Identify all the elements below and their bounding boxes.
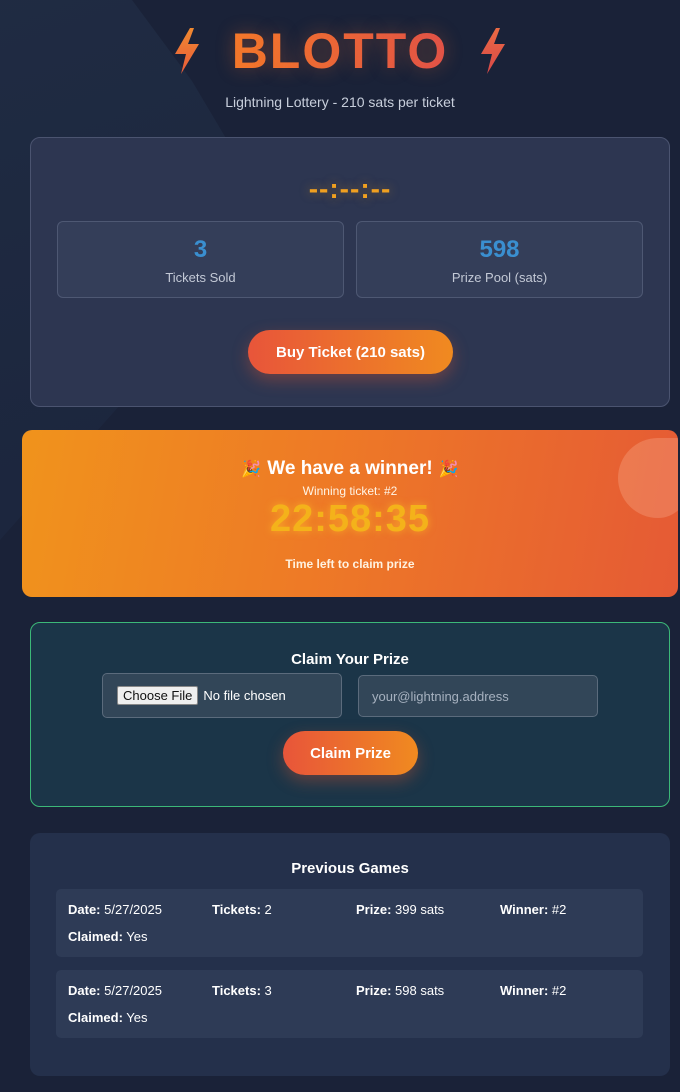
lightning-address-input[interactable] (358, 675, 598, 717)
tickets-sold-label: Tickets Sold (165, 270, 236, 285)
title-row: BLOTTO (0, 22, 680, 80)
tickets-label: Tickets: (212, 983, 261, 998)
app-subtitle: Lightning Lottery - 210 sats per ticket (225, 94, 455, 110)
date-value: 5/27/2025 (104, 983, 162, 998)
claim-title: Claim Your Prize (291, 651, 409, 668)
winning-ticket: Winning ticket: #2 (302, 484, 398, 498)
date-label: Date: (68, 983, 101, 998)
previous-games-panel: Previous Games Date: 5/27/2025 Tickets: … (30, 833, 670, 1076)
game-winner: Winner: #2 (500, 983, 566, 998)
prize-pool-label: Prize Pool (sats) (451, 270, 548, 285)
date-value: 5/27/2025 (104, 902, 162, 917)
tickets-value: 3 (264, 983, 272, 998)
game-winner: Winner: #2 (500, 902, 566, 917)
prize-label: Prize: (356, 983, 392, 998)
file-status: No file chosen (203, 688, 286, 703)
claimed-label: Claimed: (68, 929, 123, 944)
winner-label: Winner: (500, 983, 549, 998)
game-claimed: Claimed: Yes (68, 1010, 148, 1025)
prize-value: 399 sats (395, 902, 445, 917)
winner-panel: 🎉 We have a winner! 🎉 Winning ticket: #2 2… (22, 430, 678, 597)
tickets-sold-stat: 3 Tickets Sold (57, 221, 344, 298)
winner-value: #2 (551, 983, 567, 998)
winner-label: Winner: (500, 902, 549, 917)
buy-ticket-button[interactable]: Buy Ticket (210 sats) (248, 330, 453, 374)
game-prize: Prize: 598 sats (356, 983, 444, 998)
game-date: Date: 5/27/2025 (68, 983, 162, 998)
lightning-bolt-icon (481, 28, 506, 74)
winner-value: #2 (551, 902, 567, 917)
lightning-bolt-icon (174, 28, 199, 74)
app-title: BLOTTO (231, 23, 449, 79)
date-label: Date: (68, 902, 101, 917)
claim-timer: 22:58:35 (269, 498, 431, 540)
game-date: Date: 5/27/2025 (68, 902, 162, 917)
tickets-sold-value: 3 (193, 236, 208, 263)
game-claimed: Claimed: Yes (68, 929, 148, 944)
claim-prize-panel: Claim Your Prize Choose File No file cho… (30, 622, 670, 807)
winner-heading: 🎉 We have a winner! 🎉 (22, 458, 678, 480)
ticket-file-input[interactable]: Choose File No file chosen (102, 673, 342, 718)
draw-countdown: --:--:-- (308, 173, 392, 204)
game-tickets: Tickets: 3 (212, 983, 272, 998)
prize-pool-value: 598 (479, 236, 520, 263)
game-row: Date: 5/27/2025 Tickets: 2 Prize: 399 sa… (56, 889, 643, 957)
game-tickets: Tickets: 2 (212, 902, 272, 917)
party-popper-icon: 🎉 (438, 461, 459, 478)
winner-heading-text: We have a winner! (267, 458, 433, 479)
prize-value: 598 sats (395, 983, 445, 998)
claimed-value: Yes (126, 1010, 148, 1025)
prize-label: Prize: (356, 902, 392, 917)
previous-games-title: Previous Games (291, 860, 409, 877)
tickets-value: 2 (264, 902, 272, 917)
tickets-label: Tickets: (212, 902, 261, 917)
choose-file-button[interactable]: Choose File (117, 686, 199, 705)
claimed-label: Claimed: (68, 1010, 123, 1025)
current-game-panel: --:--:-- 3 Tickets Sold 598 Prize Pool (… (30, 137, 670, 407)
claimed-value: Yes (126, 929, 148, 944)
prize-pool-stat: 598 Prize Pool (sats) (356, 221, 643, 298)
claim-prize-button[interactable]: Claim Prize (283, 731, 418, 775)
claim-timer-caption: Time left to claim prize (285, 557, 415, 571)
game-prize: Prize: 399 sats (356, 902, 444, 917)
page-header: BLOTTO Lightning Lottery - 210 sats per … (0, 0, 680, 130)
game-row: Date: 5/27/2025 Tickets: 3 Prize: 598 sa… (56, 970, 643, 1038)
party-popper-icon: 🎉 (241, 461, 262, 478)
